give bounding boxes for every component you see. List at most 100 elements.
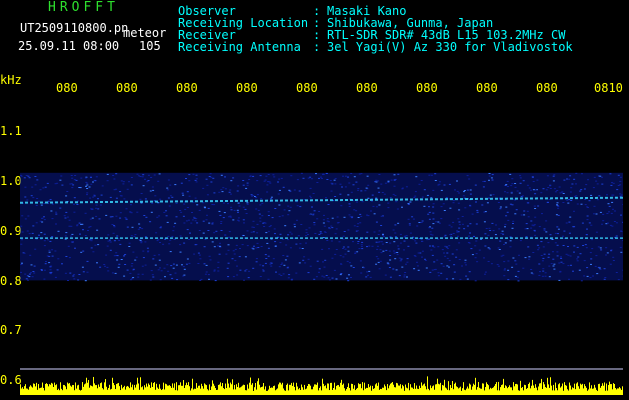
activity-bar — [104, 382, 105, 395]
activity-bar — [321, 390, 322, 395]
activity-bar — [109, 384, 110, 395]
activity-bar — [548, 384, 549, 395]
activity-bar — [103, 389, 104, 395]
activity-bar — [371, 390, 372, 395]
activity-bar — [51, 382, 52, 395]
activity-bar — [180, 382, 181, 395]
activity-bar — [596, 389, 597, 395]
activity-bar — [63, 384, 64, 395]
activity-bar — [583, 388, 584, 395]
activity-bar — [499, 390, 500, 395]
activity-bar — [251, 384, 252, 395]
activity-bar — [568, 390, 569, 395]
activity-bar — [142, 386, 143, 395]
activity-bar — [594, 384, 595, 395]
activity-bar — [494, 385, 495, 395]
activity-bar — [422, 385, 423, 395]
activity-bar — [613, 383, 614, 395]
activity-bar — [408, 382, 409, 395]
activity-bar — [291, 382, 292, 395]
activity-bar — [166, 384, 167, 395]
activity-bar — [201, 383, 202, 395]
activity-bar — [608, 385, 609, 395]
activity-bar — [53, 386, 54, 395]
activity-bar — [388, 388, 389, 395]
activity-bar — [430, 385, 431, 395]
activity-bar — [151, 382, 152, 395]
activity-bar — [225, 383, 226, 395]
activity-bar — [444, 379, 445, 395]
activity-bar — [90, 385, 91, 395]
activity-bar — [74, 390, 75, 395]
activity-bar — [215, 388, 216, 395]
activity-bar — [570, 385, 571, 395]
activity-bar — [75, 382, 76, 395]
noise-band — [20, 172, 623, 282]
activity-bar — [170, 386, 171, 395]
activity-bar — [380, 388, 381, 395]
activity-bar — [262, 386, 263, 395]
activity-bar — [445, 387, 446, 395]
x-tick-label: 080 — [476, 81, 498, 95]
activity-bar — [128, 386, 129, 395]
activity-bar — [524, 384, 525, 395]
activity-bar — [375, 384, 376, 395]
activity-bar — [33, 383, 34, 395]
activity-bar — [488, 385, 489, 395]
activity-bar — [237, 387, 238, 395]
activity-bar — [88, 380, 89, 395]
mode-label: meteor — [123, 26, 167, 40]
activity-bar — [270, 387, 271, 395]
activity-bar — [290, 384, 291, 395]
activity-bar — [511, 387, 512, 395]
activity-bar — [234, 384, 235, 395]
activity-bar — [43, 387, 44, 395]
activity-bar — [177, 390, 178, 395]
activity-bar — [120, 390, 121, 395]
activity-bar — [107, 389, 108, 395]
activity-bar — [334, 382, 335, 395]
activity-bar — [76, 388, 77, 395]
x-tick-label: 080 — [536, 81, 558, 95]
activity-bar — [121, 384, 122, 395]
activity-bar — [149, 384, 150, 395]
activity-bar — [509, 385, 510, 395]
activity-bar — [197, 387, 198, 395]
activity-bar — [429, 390, 430, 395]
activity-bar — [274, 385, 275, 395]
x-tick-label: 080 — [56, 81, 78, 95]
activity-bar — [474, 384, 475, 395]
activity-bar — [498, 381, 499, 395]
activity-bar — [517, 384, 518, 395]
activity-bar — [280, 382, 281, 395]
activity-bar — [157, 387, 158, 395]
activity-bar — [463, 382, 464, 395]
activity-bar — [25, 384, 26, 395]
activity-bar — [173, 387, 174, 395]
activity-bar — [417, 388, 418, 395]
activity-bar — [526, 388, 527, 395]
activity-bar — [448, 381, 449, 395]
activity-bar — [184, 388, 185, 395]
activity-bar — [278, 384, 279, 395]
activity-bar — [359, 384, 360, 395]
activity-bar — [360, 383, 361, 395]
activity-bar — [546, 387, 547, 395]
activity-bar — [589, 382, 590, 395]
activity-bar — [343, 383, 344, 395]
activity-bar — [530, 388, 531, 395]
activity-bar — [400, 384, 401, 395]
activity-bar — [575, 389, 576, 395]
activity-bar — [66, 389, 67, 395]
activity-bar — [319, 387, 320, 395]
activity-bar — [537, 390, 538, 395]
activity-bar — [409, 390, 410, 395]
activity-bar — [189, 386, 190, 395]
activity-bar — [317, 382, 318, 395]
activity-bar — [423, 384, 424, 395]
activity-bar — [192, 378, 193, 395]
activity-bar — [342, 384, 343, 395]
activity-bar — [362, 382, 363, 395]
activity-bar — [127, 385, 128, 395]
activity-bar — [545, 387, 546, 395]
